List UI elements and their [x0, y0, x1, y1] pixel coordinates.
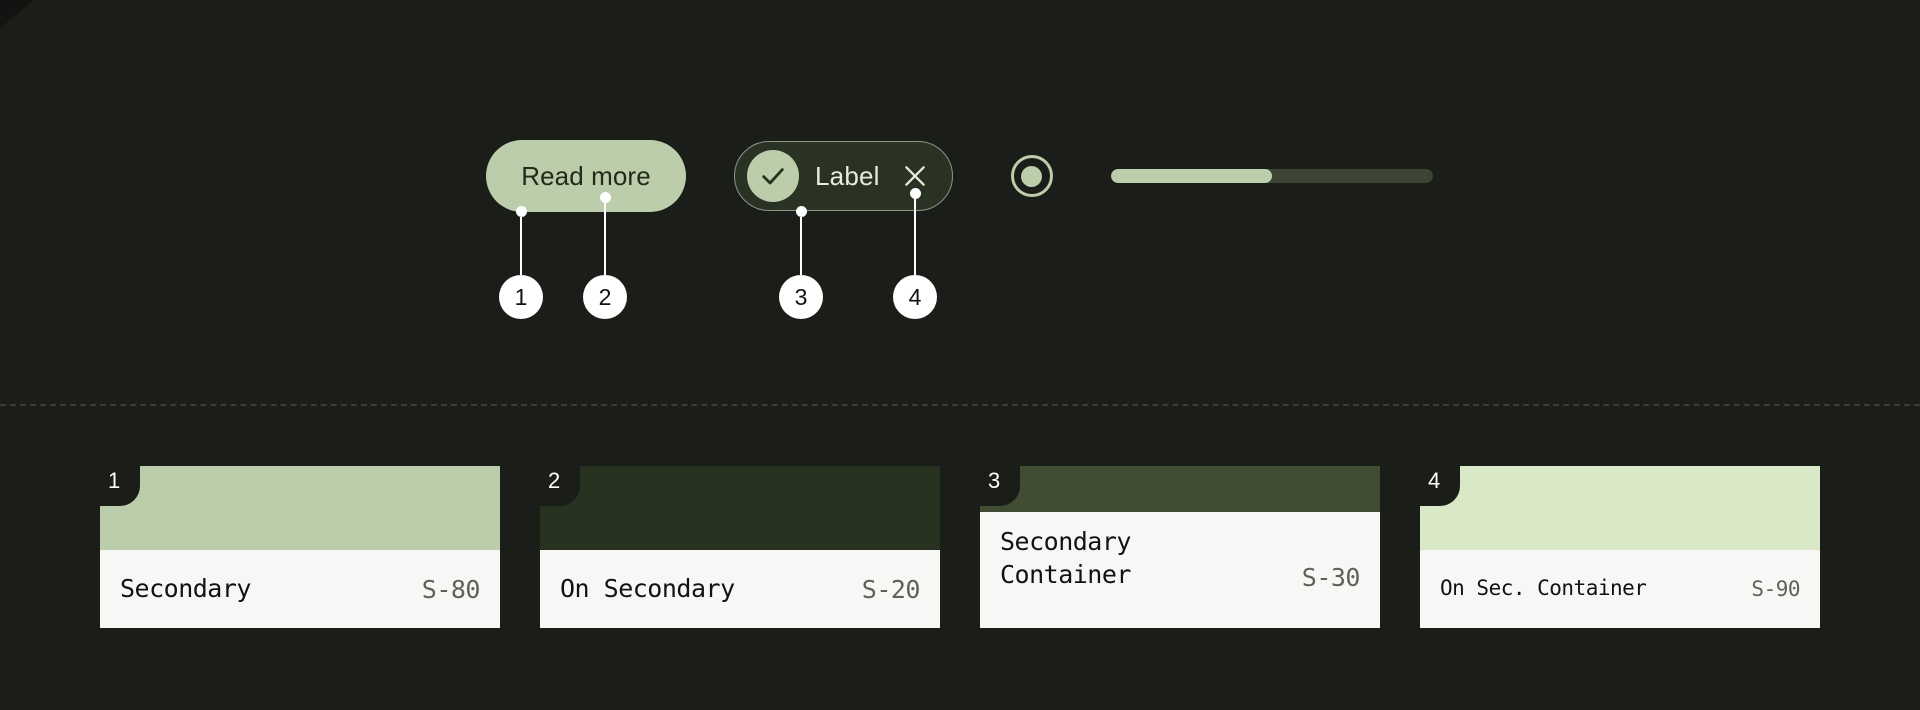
swatch-card[interactable]: Secondary Container S-30 3	[980, 466, 1380, 628]
callout-line	[604, 203, 606, 275]
progress-fill	[1110, 169, 1272, 183]
swatch-number-badge: 3	[980, 466, 1020, 506]
swatch-name: On Secondary	[560, 573, 735, 603]
callout-badge: 3	[779, 275, 823, 319]
swatch-color-block	[1420, 466, 1820, 550]
component-showcase: Read more Label 1 2 3 4	[0, 0, 1920, 405]
callout-4: 4	[891, 188, 939, 319]
swatch-token: S-20	[861, 574, 921, 604]
swatch-card[interactable]: On Secondary S-20 2	[540, 466, 940, 628]
swatch-card[interactable]: On Sec. Container S-90 4	[1420, 466, 1820, 628]
callout-badge: 1	[499, 275, 543, 319]
callout-line	[800, 217, 802, 275]
radio-button-selected[interactable]	[1010, 155, 1053, 197]
callout-dot	[795, 206, 807, 217]
callout-line	[914, 199, 916, 275]
swatch-name: Secondary Container	[1000, 527, 1131, 589]
swatch-card-list: Secondary S-80 1 On Secondary S-20 2 Sec…	[100, 466, 1820, 628]
swatch-name: On Sec. Container	[1440, 576, 1647, 601]
callout-3: 3	[777, 206, 825, 319]
swatch-color-block	[980, 466, 1380, 512]
swatch-token: S-30	[1301, 562, 1361, 592]
radio-dot-icon	[1021, 165, 1043, 187]
swatch-token: S-90	[1751, 577, 1800, 601]
swatch-number-badge: 2	[540, 466, 580, 506]
callout-2: 2	[581, 192, 629, 319]
close-icon[interactable]	[900, 161, 930, 191]
callout-line	[520, 217, 522, 275]
swatch-token: S-80	[421, 574, 481, 604]
swatch-color-block	[540, 466, 940, 550]
swatch-info: On Secondary S-20	[540, 550, 940, 628]
check-icon	[747, 150, 799, 202]
callout-dot	[909, 188, 921, 199]
section-divider	[0, 404, 1920, 406]
callout-dot	[515, 206, 527, 217]
callout-dot	[599, 192, 611, 203]
callout-badge: 2	[583, 275, 627, 319]
swatch-card[interactable]: Secondary S-80 1	[100, 466, 500, 628]
progress-slider[interactable]	[1110, 169, 1433, 183]
swatch-info: On Sec. Container S-90	[1420, 550, 1820, 628]
swatch-info: Secondary Container S-30	[980, 512, 1380, 628]
swatch-number-badge: 4	[1420, 466, 1460, 506]
callout-1: 1	[497, 206, 545, 319]
callout-badge: 4	[893, 275, 937, 319]
swatch-color-block	[100, 466, 500, 550]
swatch-info: Secondary S-80	[100, 550, 500, 628]
swatch-name: Secondary	[120, 573, 251, 603]
chip-label: Label	[815, 160, 880, 191]
swatch-number-badge: 1	[100, 466, 140, 506]
